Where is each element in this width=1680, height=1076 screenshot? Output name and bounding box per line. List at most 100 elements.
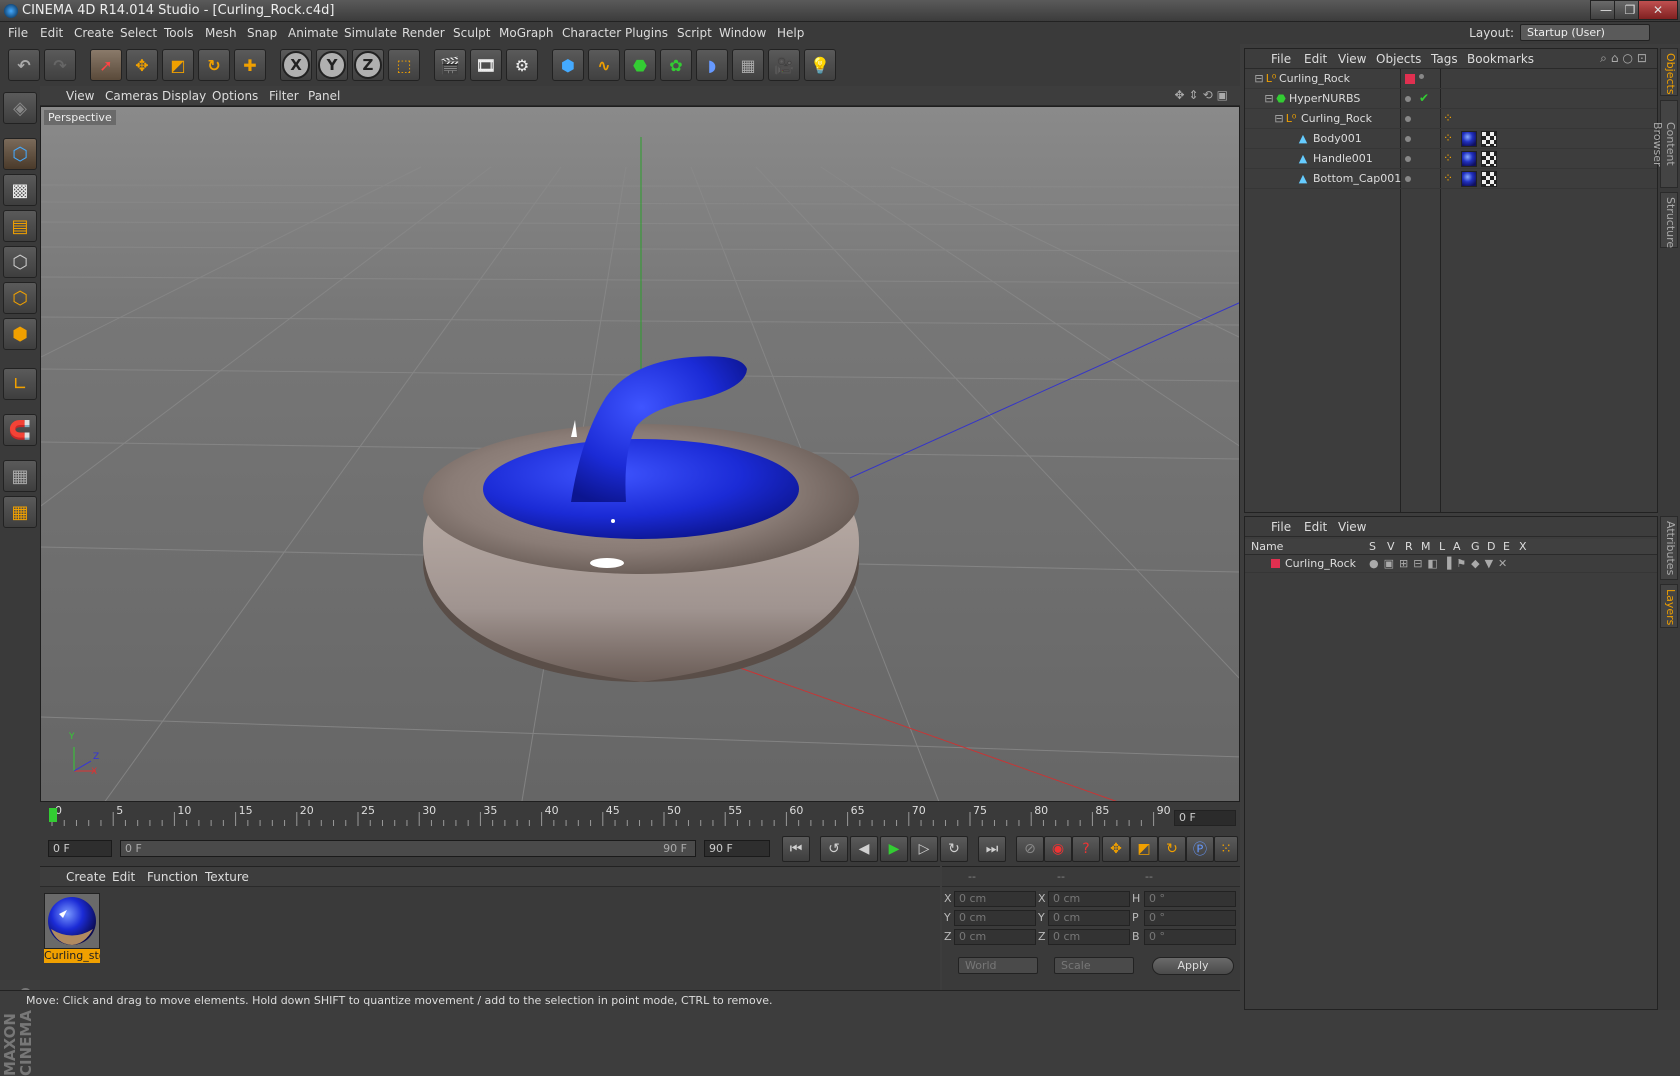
menu-mesh[interactable]: Mesh [205, 26, 237, 40]
layers-menu-edit[interactable]: Edit [1304, 520, 1327, 534]
menu-create[interactable]: Create [74, 26, 114, 40]
material-menu-edit[interactable]: Edit [112, 870, 135, 884]
material-menu-texture[interactable]: Texture [205, 870, 249, 884]
scale-icon[interactable]: ◩ [162, 49, 194, 81]
col-animation[interactable]: A [1453, 540, 1461, 553]
uvw-tag-icon[interactable] [1481, 131, 1497, 147]
layer-color-swatch[interactable] [1405, 74, 1415, 84]
render-view-icon[interactable]: 🎬 [434, 49, 466, 81]
undo-icon[interactable]: ↶ [8, 49, 40, 81]
floor-icon[interactable]: ▦ [732, 49, 764, 81]
key-pla-icon[interactable]: ⁙ [1214, 836, 1238, 862]
menu-tools[interactable]: Tools [164, 26, 194, 40]
layout-dropdown[interactable]: Startup (User) [1520, 24, 1650, 41]
menu-sculpt[interactable]: Sculpt [453, 26, 490, 40]
visibility-dot[interactable] [1405, 96, 1411, 102]
visibility-dot[interactable] [1405, 116, 1411, 122]
rot-h-field[interactable]: 0 ° [1144, 891, 1236, 907]
object-row[interactable]: ▲ Body001 ⁘ [1245, 129, 1657, 149]
size-y-field[interactable]: 0 cm [1048, 910, 1130, 926]
keyframe-selection-icon[interactable]: ? [1072, 836, 1100, 862]
menu-file[interactable]: File [8, 26, 28, 40]
deformer-icon[interactable]: ◗ [696, 49, 728, 81]
z-axis-lock-icon[interactable]: Z [352, 49, 384, 81]
material-preview-thumbnail[interactable] [44, 893, 100, 949]
tree-collapse-icon[interactable]: ⊟ [1263, 93, 1275, 105]
col-manager[interactable]: M [1421, 540, 1431, 553]
timeline-ruler[interactable]: 0 5 10 15 20 25 30 35 40 45 50 55 60 65 70 75 80 85 90 0 F [40, 802, 1240, 830]
visibility-dot[interactable] [1405, 156, 1411, 162]
rotate-icon[interactable]: ↻ [198, 49, 230, 81]
object-manager-search-icon[interactable]: ⌕⌂○⊡ [1600, 51, 1651, 66]
coordinate-system-icon[interactable]: ⬚ [388, 49, 420, 81]
menu-simulate[interactable]: Simulate [344, 26, 397, 40]
material-tag-icon[interactable] [1461, 171, 1477, 187]
points-mode-icon[interactable]: ⬡ [3, 246, 37, 278]
uvw-tag-icon[interactable] [1481, 151, 1497, 167]
model-mode-icon[interactable]: ⬡ [3, 138, 37, 170]
close-button[interactable]: ✕ [1638, 0, 1678, 20]
viewport-menu-cameras[interactable]: Cameras [105, 89, 158, 103]
menu-plugins[interactable]: Plugins [625, 26, 668, 40]
record-keys-icon[interactable]: ⊘ [1016, 836, 1044, 862]
next-frame-icon[interactable]: ▷ [910, 836, 938, 862]
material-tag-icon[interactable] [1461, 131, 1477, 147]
visibility-dot[interactable] [1405, 176, 1411, 182]
object-row[interactable]: ⊟ L⁰ Curling_Rock [1245, 69, 1657, 89]
autokey-icon[interactable]: ◉ [1044, 836, 1072, 862]
col-solo[interactable]: S [1369, 540, 1376, 553]
pos-y-field[interactable]: 0 cm [954, 910, 1036, 926]
col-expressions[interactable]: E [1503, 540, 1510, 553]
col-deformers[interactable]: D [1487, 540, 1495, 553]
material-menu-create[interactable]: Create [66, 870, 106, 884]
recent-tool-icon[interactable]: ✚ [234, 49, 266, 81]
material-name[interactable]: Curling_sto [44, 949, 100, 963]
objects-menu-bookmarks[interactable]: Bookmarks [1467, 52, 1534, 66]
prev-key-icon[interactable]: ↺ [820, 836, 848, 862]
key-scale-icon[interactable]: ◩ [1130, 836, 1158, 862]
goto-start-icon[interactable]: ⏮ [782, 836, 810, 862]
menu-edit[interactable]: Edit [40, 26, 63, 40]
menu-character[interactable]: Character [562, 26, 621, 40]
material-tag-icon[interactable] [1461, 151, 1477, 167]
layers-menu-view[interactable]: View [1338, 520, 1366, 534]
key-rotation-icon[interactable]: ↻ [1158, 836, 1186, 862]
objects-menu-view[interactable]: View [1338, 52, 1366, 66]
redo-icon[interactable]: ↷ [44, 49, 76, 81]
max-frame-field[interactable]: 90 F [704, 840, 770, 857]
viewport-menu-view[interactable]: View [66, 89, 94, 103]
col-locked[interactable]: L [1439, 540, 1445, 553]
edges-mode-icon[interactable]: ⬡ [3, 282, 37, 314]
viewport-menu-options[interactable]: Options [212, 89, 258, 103]
rot-p-field[interactable]: 0 ° [1144, 910, 1236, 926]
render-settings-icon[interactable]: ⚙ [506, 49, 538, 81]
object-row[interactable]: ▲ Handle001 ⁘ [1245, 149, 1657, 169]
tree-collapse-icon[interactable]: ⊟ [1273, 113, 1285, 125]
magnet-icon[interactable]: 🧲 [3, 414, 37, 446]
key-position-icon[interactable]: ✥ [1102, 836, 1130, 862]
layer-flag-icons[interactable]: ●▣⊞⊟◧▐⚑◆▼✕ [1369, 557, 1512, 570]
size-mode-dropdown[interactable]: Scale [1054, 957, 1134, 974]
menu-animate[interactable]: Animate [288, 26, 338, 40]
texture-mode-icon[interactable]: ▩ [3, 174, 37, 206]
menu-window[interactable]: Window [719, 26, 766, 40]
material-menu-function[interactable]: Function [147, 870, 198, 884]
tab-layers[interactable]: Layers [1660, 584, 1678, 628]
menu-mograph[interactable]: MoGraph [499, 26, 554, 40]
menu-snap[interactable]: Snap [247, 26, 277, 40]
min-frame-field[interactable]: 0 F [48, 840, 112, 857]
col-render[interactable]: R [1405, 540, 1413, 553]
phong-tag-icon[interactable]: ⁘ [1443, 111, 1453, 125]
menu-help[interactable]: Help [777, 26, 804, 40]
objects-menu-file[interactable]: File [1271, 52, 1291, 66]
tab-objects[interactable]: Objects [1660, 48, 1678, 96]
prev-frame-icon[interactable]: ◀ [850, 836, 878, 862]
next-key-icon[interactable]: ↻ [940, 836, 968, 862]
layer-row[interactable]: Curling_Rock ●▣⊞⊟◧▐⚑◆▼✕ [1245, 555, 1657, 573]
render-picture-viewer-icon[interactable]: 🎞 [470, 49, 502, 81]
pos-x-field[interactable]: 0 cm [954, 891, 1036, 907]
col-generators[interactable]: G [1471, 540, 1480, 553]
enabled-check-icon[interactable]: ✔ [1419, 91, 1429, 105]
uvw-tag-icon[interactable] [1481, 171, 1497, 187]
playhead[interactable] [49, 808, 57, 822]
